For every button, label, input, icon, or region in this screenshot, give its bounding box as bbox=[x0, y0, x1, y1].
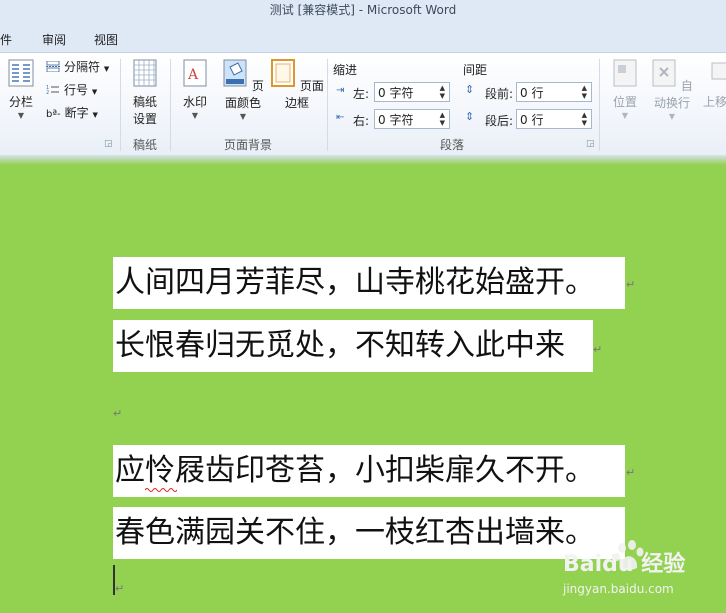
title-bar: 测试 [兼容模式] - Microsoft Word bbox=[0, 0, 726, 22]
ribbon-shadow bbox=[0, 155, 726, 165]
svg-text:A: A bbox=[187, 67, 199, 83]
chevron-down-icon: ▼ bbox=[191, 111, 199, 120]
ribbon: 分栏 ▼ 分隔符 ▼ 1 2 行号 ▼ bª- 断字 ▼ ◲ 稿纸 设置 稿纸 A 水… bbox=[0, 52, 726, 157]
chevron-down-icon: ▼ bbox=[103, 65, 110, 73]
chevron-down-icon: ▼ bbox=[621, 111, 629, 120]
ribbon-tabs: 件 审阅 视图 bbox=[0, 22, 726, 52]
hyphenation-label: 断字 bbox=[64, 106, 89, 120]
position-label: 位置 bbox=[612, 95, 637, 109]
manuscript-group-label: 稿纸 bbox=[133, 138, 158, 152]
spacing-before-icon: ⇕ bbox=[465, 83, 475, 96]
hyphenation-button[interactable]: bª- 断字 ▼ bbox=[46, 104, 98, 121]
line-numbers-icon: 12 bbox=[46, 85, 59, 95]
manuscript-settings-button[interactable]: 稿纸 设置 bbox=[128, 59, 162, 127]
breaks-icon bbox=[46, 61, 60, 72]
paragraph-mark: ↵ bbox=[115, 582, 125, 595]
window-title: 测试 [兼容模式] - Microsoft Word bbox=[269, 3, 457, 17]
columns-icon bbox=[8, 59, 34, 87]
bring-forward-button[interactable]: 上移 bbox=[700, 59, 726, 110]
paragraph-mark: ↵ bbox=[113, 407, 123, 420]
hyphenation-icon: bª- bbox=[46, 109, 61, 120]
group-separator bbox=[599, 59, 600, 151]
line-text: 人间四月芳菲尽，山寺桃花始盛开。 bbox=[115, 265, 595, 300]
page-borders-icon bbox=[271, 59, 296, 87]
watermark-label: 水印 bbox=[182, 95, 207, 109]
spacing-after-icon: ⇕ bbox=[465, 110, 475, 123]
line-text: 春色满园关不住，一枝红杏出墙来。 bbox=[115, 515, 595, 550]
spin-arrows-icon[interactable]: ▲ ▼ bbox=[440, 111, 445, 127]
manuscript-icon bbox=[133, 59, 157, 87]
indent-header: 缩进 bbox=[333, 63, 358, 77]
tab-view[interactable]: 视图 bbox=[94, 31, 118, 48]
spin-arrows-icon[interactable]: ▲ ▼ bbox=[582, 84, 587, 100]
line-numbers-button[interactable]: 1 2 行号 ▼ bbox=[46, 81, 97, 98]
columns-label: 分栏 bbox=[8, 95, 33, 109]
bring-forward-label: 上移 bbox=[702, 95, 726, 109]
columns-button[interactable]: 分栏 ▼ bbox=[6, 59, 36, 120]
document-line-4[interactable]: 春色满园关不住，一枝红杏出墙来。 bbox=[113, 507, 625, 559]
spacing-before-value: 0 行 bbox=[520, 86, 544, 100]
position-button[interactable]: 位置 ▼ bbox=[608, 59, 642, 120]
wrap-text-button[interactable]: 自动换行 ▼ bbox=[646, 59, 698, 121]
indent-left-input[interactable]: 0 字符 ▲ ▼ bbox=[374, 82, 450, 102]
spellcheck-underline bbox=[145, 488, 177, 492]
group-separator bbox=[120, 59, 121, 151]
watermark-button[interactable]: A 水印 ▼ bbox=[178, 59, 212, 120]
indent-left-icon: ⇥ bbox=[336, 85, 345, 96]
line-text: 应怜屐齿印苍苔，小扣柴扉久不开。 bbox=[115, 453, 595, 488]
spacing-after-label: 段后: bbox=[485, 114, 514, 128]
spacing-before-input[interactable]: 0 行 ▲ ▼ bbox=[516, 82, 592, 102]
indent-left-label: 左: bbox=[353, 87, 370, 101]
tab-file-partial[interactable]: 件 bbox=[0, 31, 12, 48]
chevron-down-icon: ▼ bbox=[91, 88, 98, 96]
paragraph-mark: ↵ bbox=[626, 278, 636, 291]
chevron-down-icon: ▼ bbox=[239, 112, 247, 121]
watermark-icon: A bbox=[183, 59, 207, 87]
line-text: 长恨春归无觅处，不知转入此中来 bbox=[115, 328, 565, 363]
page-borders-button[interactable]: 页面边框 bbox=[270, 59, 324, 111]
indent-right-label: 右: bbox=[353, 114, 370, 128]
chevron-down-icon: ▼ bbox=[17, 111, 25, 120]
spacing-after-value: 0 行 bbox=[520, 113, 544, 127]
spin-arrows-icon[interactable]: ▲ ▼ bbox=[440, 84, 445, 100]
paragraph-group-label: 段落 bbox=[440, 138, 465, 152]
spacing-before-label: 段前: bbox=[485, 87, 514, 101]
paragraph-mark: ↵ bbox=[593, 343, 603, 356]
watermark-url: jingyan.baidu.com bbox=[563, 582, 674, 596]
watermark-logo: Baidu 经验 bbox=[563, 552, 686, 577]
document-line-3[interactable]: 应怜屐齿印苍苔，小扣柴扉久不开。 bbox=[113, 445, 625, 497]
page-setup-launcher-icon[interactable]: ◲ bbox=[104, 139, 113, 149]
manuscript-settings-label-2: 设置 bbox=[132, 112, 157, 126]
paragraph-mark: ↵ bbox=[626, 466, 636, 479]
indent-right-icon: ⇤ bbox=[336, 112, 345, 123]
group-separator bbox=[170, 59, 171, 151]
indent-right-input[interactable]: 0 字符 ▲ ▼ bbox=[374, 109, 450, 129]
spin-arrows-icon[interactable]: ▲ ▼ bbox=[582, 111, 587, 127]
chevron-down-icon: ▼ bbox=[92, 111, 98, 119]
manuscript-settings-label-1: 稿纸 bbox=[132, 95, 157, 109]
group-separator bbox=[327, 59, 328, 151]
document-line-2[interactable]: 长恨春归无觅处，不知转入此中来 bbox=[113, 320, 593, 372]
page-background-group-label: 页面背景 bbox=[224, 138, 273, 152]
svg-text:2: 2 bbox=[46, 90, 49, 95]
paragraph-launcher-icon[interactable]: ◲ bbox=[586, 139, 595, 149]
document-line-1[interactable]: 人间四月芳菲尽，山寺桃花始盛开。 bbox=[113, 257, 625, 309]
indent-right-value: 0 字符 bbox=[378, 113, 414, 127]
spacing-header: 间距 bbox=[463, 63, 488, 77]
bring-forward-icon bbox=[711, 62, 726, 80]
wrap-text-icon bbox=[652, 59, 676, 87]
spacing-after-input[interactable]: 0 行 ▲ ▼ bbox=[516, 109, 592, 129]
indent-left-value: 0 字符 bbox=[378, 86, 414, 100]
chevron-down-icon: ▼ bbox=[668, 112, 676, 121]
page-color-icon bbox=[223, 59, 247, 87]
breaks-button[interactable]: 分隔符 ▼ bbox=[46, 58, 109, 75]
tab-review[interactable]: 审阅 bbox=[42, 31, 66, 48]
line-numbers-label: 行号 bbox=[64, 83, 89, 97]
page-color-button[interactable]: 页面颜色 ▼ bbox=[218, 59, 268, 121]
breaks-label: 分隔符 bbox=[64, 60, 101, 74]
position-icon bbox=[613, 59, 637, 87]
